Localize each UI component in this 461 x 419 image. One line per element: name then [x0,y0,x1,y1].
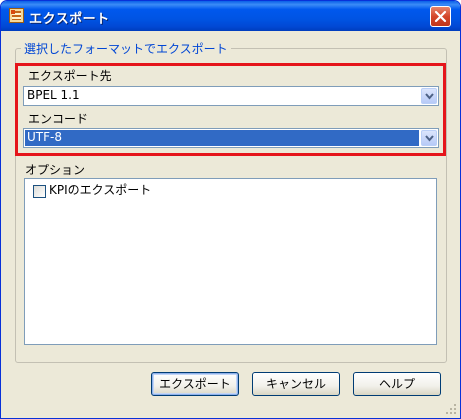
resize-grip-icon[interactable] [445,403,457,415]
kpi-export-checkbox[interactable] [33,185,46,198]
export-button[interactable]: エクスポート [151,372,239,396]
app-icon [9,8,24,23]
close-button[interactable] [430,6,451,27]
cancel-button[interactable]: キャンセル [252,372,340,396]
options-list[interactable]: KPIのエクスポート [24,178,437,345]
highlight-box [15,63,446,156]
options-label: オプション [25,163,86,177]
group-caption: 選択したフォーマットでエクスポート [21,40,231,57]
window-title: エクスポート [29,12,110,27]
title-bar[interactable]: エクスポート [1,1,460,31]
kpi-export-label[interactable]: KPIのエクスポート [49,181,151,198]
close-icon [434,10,447,23]
export-dialog: エクスポート 選択したフォーマットでエクスポート エクスポート先 BPEL 1.… [0,0,461,419]
help-button[interactable]: ヘルプ [353,372,441,396]
